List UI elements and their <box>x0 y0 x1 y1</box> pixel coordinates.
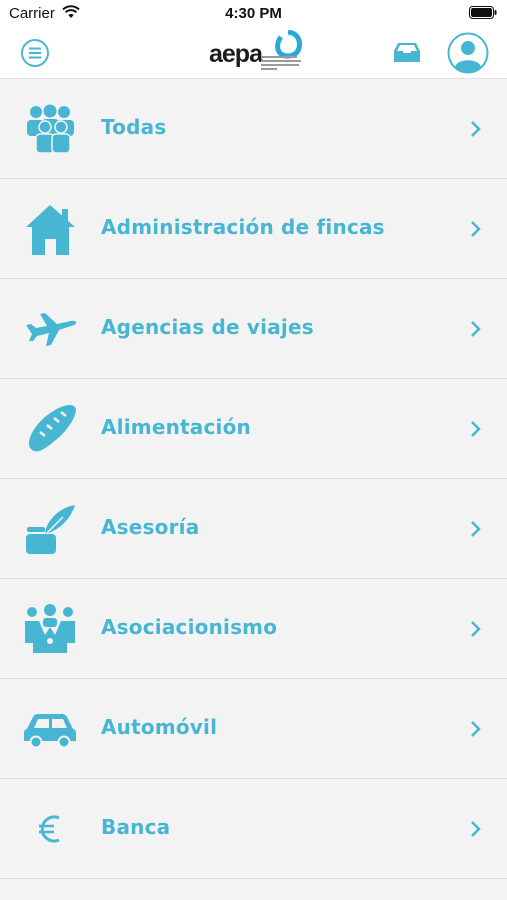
category-label: Todas <box>101 115 167 139</box>
category-item-administracion-de-fincas[interactable]: Administración de fincas <box>0 179 507 279</box>
airplane-icon <box>23 303 79 355</box>
bread-icon <box>23 403 79 455</box>
euro-icon <box>23 803 79 855</box>
logo-text: aepa <box>209 40 263 68</box>
chevron-right-icon <box>470 820 482 842</box>
inbox-tray-icon[interactable] <box>390 41 424 69</box>
category-item-banca[interactable]: Banca <box>0 779 507 879</box>
quill-inkwell-icon <box>23 503 79 555</box>
user-avatar-icon[interactable] <box>447 32 489 78</box>
category-label: Asociacionismo <box>101 615 278 639</box>
aepa-logo: aepa <box>207 29 303 76</box>
chevron-right-icon <box>470 720 482 742</box>
category-item-automovil[interactable]: Automóvil <box>0 679 507 779</box>
chevron-right-icon <box>470 320 482 342</box>
hamburger-menu-icon[interactable] <box>19 37 51 73</box>
nav-bar: aepa <box>0 28 507 79</box>
category-label: Administración de fincas <box>101 215 385 239</box>
house-icon <box>23 203 79 255</box>
category-label: Banca <box>101 815 171 839</box>
category-label: Alimentación <box>101 415 251 439</box>
battery-icon <box>469 6 497 23</box>
category-label: Asesoría <box>101 515 200 539</box>
category-item-asesoria[interactable]: Asesoría <box>0 479 507 579</box>
category-item-agencias-de-viajes[interactable]: Agencias de viajes <box>0 279 507 379</box>
category-item-todas[interactable]: Todas <box>0 79 507 179</box>
chevron-right-icon <box>470 420 482 442</box>
people-group-icon <box>23 103 79 155</box>
chevron-right-icon <box>470 120 482 142</box>
association-people-icon <box>23 603 79 655</box>
category-label: Agencias de viajes <box>101 315 314 339</box>
category-item-alimentacion[interactable]: Alimentación <box>0 379 507 479</box>
car-icon <box>23 703 79 755</box>
category-list: Todas Administración de fincas Agencias … <box>0 79 507 879</box>
logo-subtitle-lines <box>261 56 301 72</box>
status-time: 4:30 PM <box>225 5 282 22</box>
chevron-right-icon <box>470 620 482 642</box>
chevron-right-icon <box>470 220 482 242</box>
category-item-asociacionismo[interactable]: Asociacionismo <box>0 579 507 679</box>
category-label: Automóvil <box>101 715 218 739</box>
chevron-right-icon <box>470 520 482 542</box>
status-bar: Carrier 4:30 PM <box>0 0 507 28</box>
